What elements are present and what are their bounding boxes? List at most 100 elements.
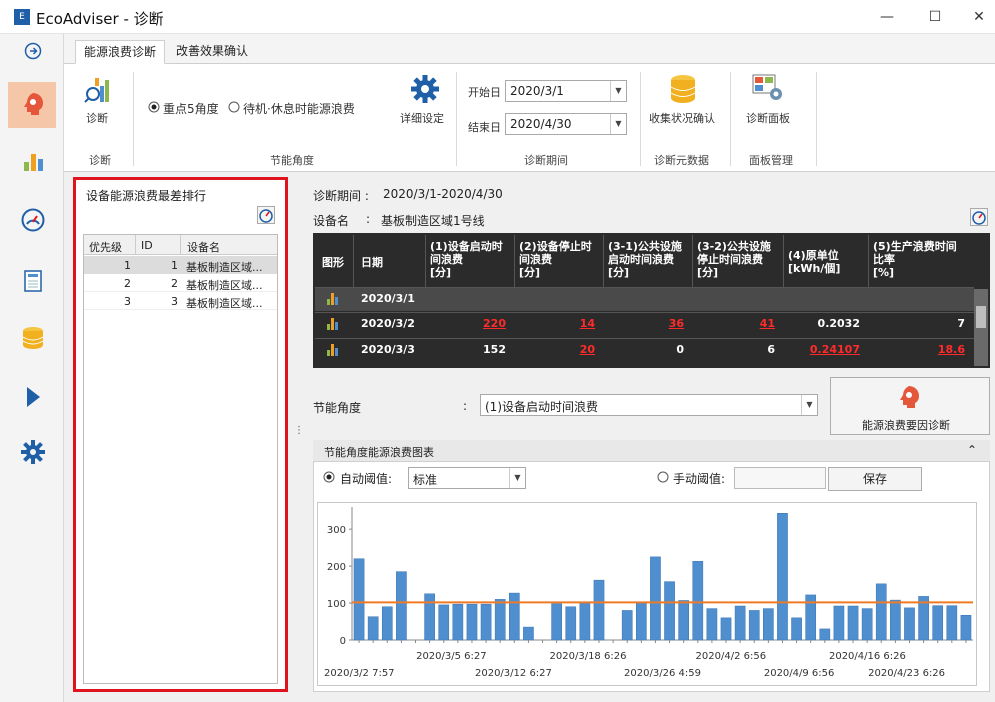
separator: [640, 72, 641, 166]
angle-select[interactable]: (1)设备启动时间浪费 ▼: [480, 394, 818, 416]
radio-standby-label[interactable]: 待机·休息时能源浪费: [243, 100, 355, 117]
save-button[interactable]: 保存: [828, 467, 922, 491]
grid-col-divider: [692, 235, 693, 287]
radio-key5-label[interactable]: 重点5角度: [163, 100, 219, 117]
nav-chart-icon[interactable]: [22, 150, 44, 172]
splitter-handle[interactable]: ⋮: [294, 425, 304, 436]
radio-selected-icon[interactable]: [323, 471, 335, 483]
grid-header-col2-line0: (1)设备启动时: [430, 240, 503, 253]
grid-header-date[interactable]: 日期: [361, 256, 383, 269]
chart-bar: [367, 616, 379, 641]
chart-bar: [579, 601, 591, 641]
manual-threshold-input[interactable]: [734, 467, 826, 489]
chart-bar: [678, 600, 690, 641]
dropdown-arrow-icon[interactable]: ▼: [801, 395, 817, 415]
chart-bar: [381, 606, 393, 641]
end-date-label: 结束日: [468, 121, 501, 134]
minimize-button[interactable]: —: [867, 4, 907, 30]
start-date-value: 2020/3/1: [510, 84, 564, 98]
grid-header-col2-line1: 间浪费: [430, 253, 463, 266]
grid-header-chart[interactable]: 图形: [322, 256, 344, 269]
grid-col-divider: [514, 235, 515, 287]
grid-cell-value: 14: [579, 317, 595, 330]
grid-cell-value: 20: [579, 343, 595, 356]
grid-header-col6-line1: [kWh/個]: [788, 262, 841, 275]
x-tick-label: 2020/3/5 6:27: [416, 651, 487, 662]
diagnosis-panel-icon[interactable]: [752, 74, 784, 102]
chart-bar: [833, 605, 845, 641]
start-date-combo[interactable]: 2020/3/1 ▼: [505, 80, 627, 102]
chart-bar: [565, 606, 577, 641]
grid-col-divider: [603, 235, 604, 287]
device-value: 基板制造区域1号线: [381, 214, 485, 228]
manual-threshold-label[interactable]: 手动阈值:: [673, 470, 725, 487]
dropdown-arrow-icon[interactable]: ▼: [610, 81, 626, 101]
row-chart-icon[interactable]: [327, 344, 341, 356]
grid-scroll-thumb[interactable]: [976, 306, 986, 328]
chart-bar: [523, 626, 534, 641]
grid-header-col7-line0: (5)生产浪费时间: [873, 240, 957, 253]
chart-bar: [353, 558, 365, 641]
diagnosis-panel-label[interactable]: 诊断面板: [746, 110, 790, 126]
chart-bar: [635, 602, 647, 641]
y-tick-label: 100: [327, 599, 346, 610]
nav-settings-icon[interactable]: [21, 440, 45, 464]
grid-cell-value: 0.2032: [817, 317, 860, 330]
tab-improvement-confirm[interactable]: 改善效果确认: [168, 40, 256, 64]
device-sep: :: [366, 212, 371, 226]
ranking-gauge-icon[interactable]: [257, 206, 275, 224]
auto-threshold-select[interactable]: 标准 ▼: [408, 467, 526, 489]
radio-unselected-icon[interactable]: [228, 101, 240, 113]
cause-diagnosis-label[interactable]: 能源浪费要因诊断: [862, 417, 950, 433]
dropdown-arrow-icon[interactable]: ▼: [610, 114, 626, 134]
grid-cell-value: 0.24107: [809, 343, 860, 356]
nav-gauge-icon[interactable]: [21, 208, 45, 232]
auto-threshold-label[interactable]: 自动阈值:: [340, 470, 392, 487]
head-diagnose-icon: [24, 93, 43, 115]
tab-energy-waste-diagnosis[interactable]: 能源浪费诊断: [75, 40, 166, 64]
chart-bar: [777, 513, 788, 641]
end-date-combo[interactable]: 2020/4/30 ▼: [505, 113, 627, 135]
start-date-label: 开始日: [468, 86, 501, 99]
nav-database-icon[interactable]: [22, 326, 44, 350]
separator: [816, 72, 817, 166]
maximize-button[interactable]: ☐: [915, 4, 955, 30]
col-header-priority[interactable]: 优先级: [89, 239, 122, 255]
col-header-name[interactable]: 设备名: [187, 239, 220, 255]
chart-bar: [734, 605, 746, 641]
radio-unselected-icon[interactable]: [657, 471, 669, 483]
x-tick-label: 2020/3/26 4:59: [624, 668, 701, 679]
separator: [133, 72, 134, 166]
dropdown-arrow-icon[interactable]: ▼: [509, 468, 525, 488]
collect-database-icon[interactable]: [670, 74, 696, 104]
detail-settings-icon[interactable]: [410, 74, 440, 104]
collapse-chevron-icon[interactable]: ⌃: [967, 443, 977, 457]
diagnose-icon[interactable]: [83, 76, 111, 104]
group-label-diagnose: 诊断: [89, 154, 111, 167]
period-label: 诊断期间 :: [313, 189, 369, 203]
grid-col-divider: [425, 235, 426, 287]
row-chart-icon[interactable]: [327, 318, 341, 330]
chart-bar: [480, 603, 492, 641]
period-value: 2020/3/1-2020/4/30: [383, 187, 503, 201]
nav-report-icon[interactable]: [24, 270, 42, 292]
nav-play-icon[interactable]: [25, 386, 41, 408]
close-button[interactable]: ✕: [959, 4, 995, 30]
grid-header-col4-line2: [分]: [608, 266, 630, 279]
grid-col-divider: [353, 235, 354, 287]
chart-bar: [763, 608, 774, 641]
waste-bar-chart: 0 100 200 300 2020/3/5 6:27 2020/3/18 6:26 202…: [324, 507, 973, 679]
col-divider: [135, 235, 136, 255]
diagnose-button-label[interactable]: 诊断: [86, 110, 108, 126]
radio-selected-icon[interactable]: [148, 101, 160, 113]
col-header-id[interactable]: ID: [141, 239, 153, 252]
row-chart-icon[interactable]: [327, 293, 341, 305]
detail-settings-label[interactable]: 详细设定: [400, 110, 444, 126]
device-label: 设备名: [313, 214, 350, 228]
grid-header-col7-line1: 比率: [873, 253, 895, 266]
end-date-value: 2020/4/30: [510, 117, 572, 131]
grid-gauge-icon[interactable]: [970, 208, 988, 226]
expand-nav-icon[interactable]: [24, 42, 42, 60]
collect-status-label[interactable]: 收集状况确认: [649, 110, 715, 126]
chart-bar: [452, 603, 464, 641]
